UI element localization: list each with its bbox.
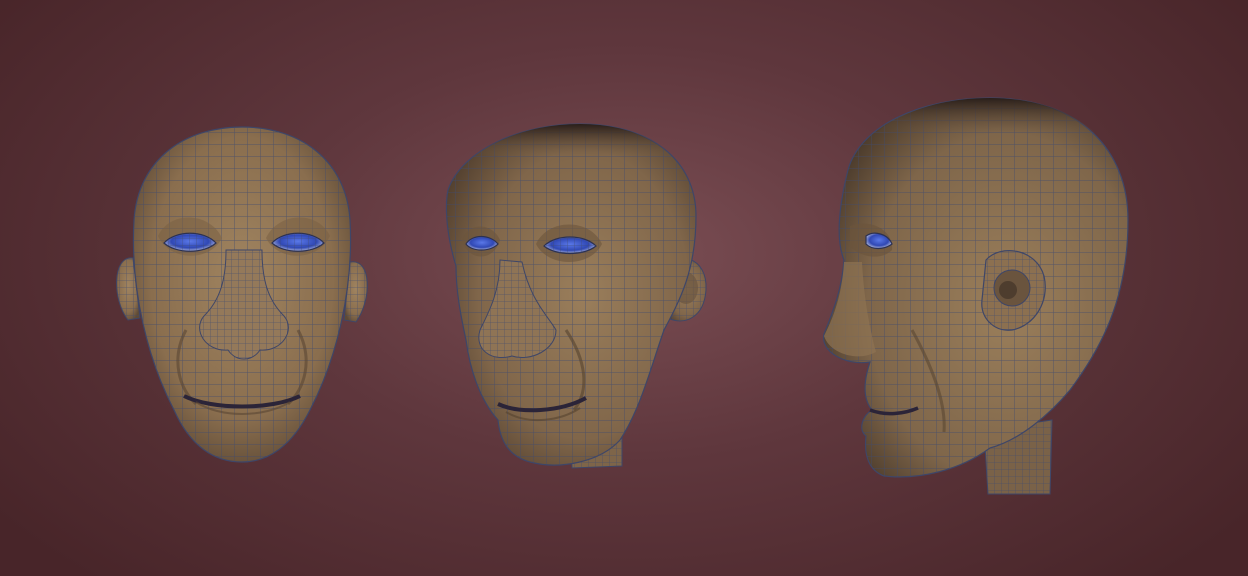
viewport [0,0,1248,576]
render-canvas [116,97,1129,495]
head-side-view [823,97,1129,495]
head-three-quarter-view [445,123,707,469]
head-front-view [116,126,368,463]
